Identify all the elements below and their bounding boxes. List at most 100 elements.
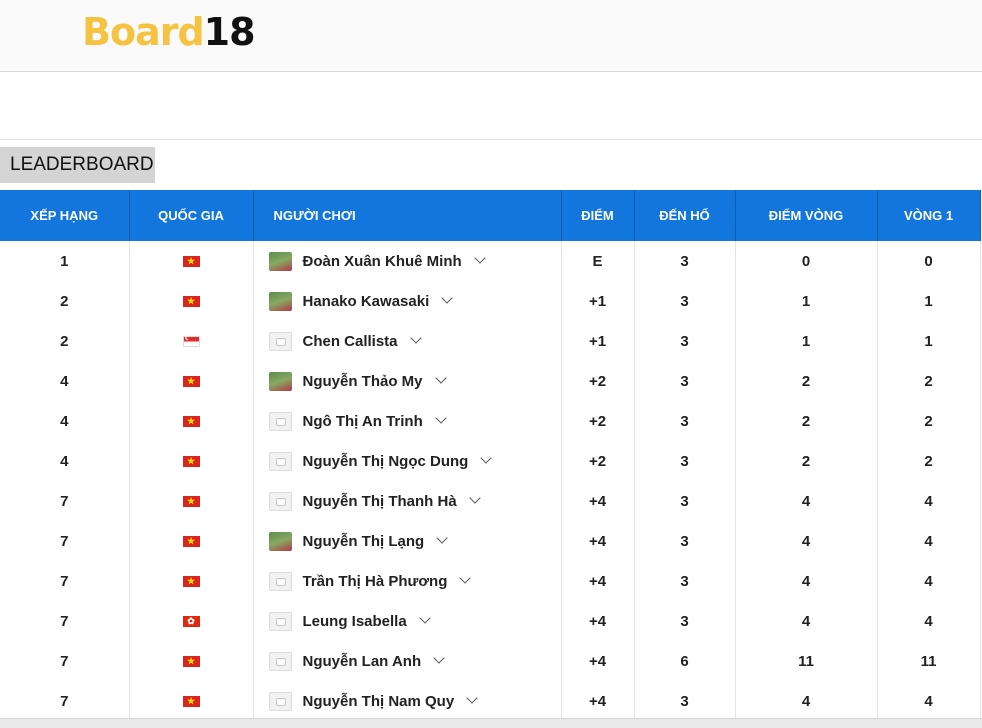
player-avatar [268, 251, 292, 271]
player-cell[interactable]: Nguyễn Thảo My [253, 361, 562, 401]
round-score-cell: 4 [735, 681, 878, 721]
chevron-down-icon[interactable] [419, 612, 431, 624]
round1-cell: 2 [877, 441, 981, 481]
chevron-down-icon[interactable] [480, 452, 492, 464]
player-cell[interactable]: Trần Thị Hà Phương [253, 561, 562, 601]
round-score-cell: 4 [735, 601, 878, 641]
country-cell [129, 521, 254, 561]
player-cell[interactable]: Nguyễn Lan Anh [253, 641, 562, 681]
col-round1[interactable]: VÒNG 1 [877, 190, 981, 241]
chevron-down-icon[interactable] [436, 532, 448, 544]
col-rank[interactable]: XẾP HẠNG [0, 190, 130, 241]
chevron-down-icon[interactable] [459, 572, 472, 584]
col-player[interactable]: NGƯỜI CHƠI [253, 190, 562, 241]
rank-cell: 7 [0, 681, 130, 721]
table-row[interactable]: 7Leung Isabella+4344 [0, 601, 981, 641]
table-row[interactable]: 7Nguyễn Thị Thanh Hà+4344 [0, 481, 981, 521]
round-score-cell: 1 [735, 281, 878, 321]
player-name[interactable]: Hanako Kawasaki [303, 293, 430, 310]
chevron-down-icon[interactable] [409, 332, 422, 344]
player-name[interactable]: Leung Isabella [303, 613, 407, 630]
player-cell[interactable]: Hanako Kawasaki [253, 281, 562, 321]
player-avatar [268, 531, 292, 551]
table-row[interactable]: 7Nguyễn Lan Anh+461111 [0, 641, 981, 681]
rank-cell: 7 [0, 601, 130, 641]
rank-cell: 4 [0, 361, 130, 401]
player-avatar [268, 611, 292, 631]
player-name[interactable]: Nguyễn Thị Ngọc Dung [303, 453, 469, 470]
player-cell[interactable]: Nguyễn Thị Ngọc Dung [253, 441, 562, 481]
player-name[interactable]: Nguyễn Thị Nam Quy [303, 693, 455, 710]
vn-flag-icon [182, 534, 200, 548]
table-row[interactable]: 4Nguyễn Thảo My+2322 [0, 361, 981, 401]
vn-flag-icon [182, 654, 200, 668]
round-score-cell: 11 [735, 641, 878, 681]
col-score[interactable]: ĐIỂM [561, 190, 635, 241]
chevron-down-icon[interactable] [469, 492, 481, 504]
player-cell[interactable]: Nguyễn Thị Thanh Hà [253, 481, 562, 521]
rank-cell: 2 [0, 281, 130, 321]
vn-flag-icon [182, 414, 200, 428]
player-avatar [268, 331, 292, 351]
thru-cell: 3 [634, 281, 736, 321]
chevron-down-icon[interactable] [466, 692, 478, 704]
round1-cell: 4 [877, 481, 981, 521]
table-row[interactable]: 7Nguyễn Thị Nam Quy+4344 [0, 681, 981, 721]
country-cell [129, 601, 254, 641]
chevron-down-icon[interactable] [433, 652, 445, 664]
vn-flag-icon [182, 454, 200, 468]
table-row[interactable]: 1Đoàn Xuân Khuê MinhE300 [0, 241, 981, 281]
round1-cell: 0 [877, 241, 981, 281]
table-row[interactable]: 4Nguyễn Thị Ngọc Dung+2322 [0, 441, 981, 481]
player-cell[interactable]: Nguyễn Thị Nam Quy [253, 681, 562, 721]
chevron-down-icon[interactable] [474, 252, 486, 264]
player-cell[interactable]: Chen Callista [253, 321, 562, 361]
col-round-score[interactable]: ĐIỂM VÒNG [735, 190, 878, 241]
player-cell[interactable]: Nguyễn Thị Lạng [253, 521, 562, 561]
table-row[interactable]: 7Nguyễn Thị Lạng+4344 [0, 521, 981, 561]
round1-cell: 4 [877, 601, 981, 641]
rank-cell: 7 [0, 481, 130, 521]
thru-cell: 3 [634, 441, 736, 481]
country-cell [129, 561, 254, 601]
player-name[interactable]: Nguyễn Thảo My [303, 373, 423, 390]
round-score-cell: 2 [735, 401, 878, 441]
vn-flag-icon [182, 374, 200, 388]
chevron-down-icon[interactable] [434, 372, 447, 384]
country-cell [129, 281, 254, 321]
col-thru[interactable]: ĐẾN HỐ [634, 190, 736, 241]
player-name[interactable]: Trần Thị Hà Phương [303, 573, 448, 590]
chevron-down-icon[interactable] [435, 412, 447, 424]
score-cell: +4 [561, 521, 635, 561]
board18-logo[interactable]: Board18 [82, 10, 256, 54]
leaderboard-tab[interactable]: LEADERBOARD [0, 147, 155, 183]
score-cell: +4 [561, 601, 635, 641]
table-row[interactable]: 4Ngô Thị An Trinh+2322 [0, 401, 981, 441]
vn-flag-icon [182, 694, 200, 708]
table-header-row: XẾP HẠNG QUỐC GIA NGƯỜI CHƠI ĐIỂM ĐẾN HỐ… [0, 190, 981, 241]
player-cell[interactable]: Leung Isabella [253, 601, 562, 641]
player-name[interactable]: Nguyễn Lan Anh [303, 653, 422, 670]
rank-cell: 4 [0, 401, 130, 441]
col-country[interactable]: QUỐC GIA [129, 190, 254, 241]
table-row[interactable]: 2Hanako Kawasaki+1311 [0, 281, 981, 321]
country-cell [129, 681, 254, 721]
score-cell: +1 [561, 321, 635, 361]
rank-cell: 1 [0, 241, 130, 281]
round1-cell: 11 [877, 641, 981, 681]
section-divider [0, 139, 982, 140]
table-row[interactable]: 2Chen Callista+1311 [0, 321, 981, 361]
player-cell[interactable]: Đoàn Xuân Khuê Minh [253, 241, 562, 281]
player-cell[interactable]: Ngô Thị An Trinh [253, 401, 562, 441]
score-cell: +4 [561, 481, 635, 521]
player-name[interactable]: Chen Callista [303, 333, 398, 350]
player-name[interactable]: Ngô Thị An Trinh [303, 413, 423, 430]
player-name[interactable]: Nguyễn Thị Thanh Hà [303, 493, 457, 510]
chevron-down-icon[interactable] [441, 292, 453, 304]
player-name[interactable]: Đoàn Xuân Khuê Minh [303, 253, 462, 270]
vn-flag-icon [182, 254, 200, 268]
table-row[interactable]: 7Trần Thị Hà Phương+4344 [0, 561, 981, 601]
player-name[interactable]: Nguyễn Thị Lạng [303, 533, 425, 550]
player-avatar [268, 491, 292, 511]
round-score-cell: 4 [735, 521, 878, 561]
